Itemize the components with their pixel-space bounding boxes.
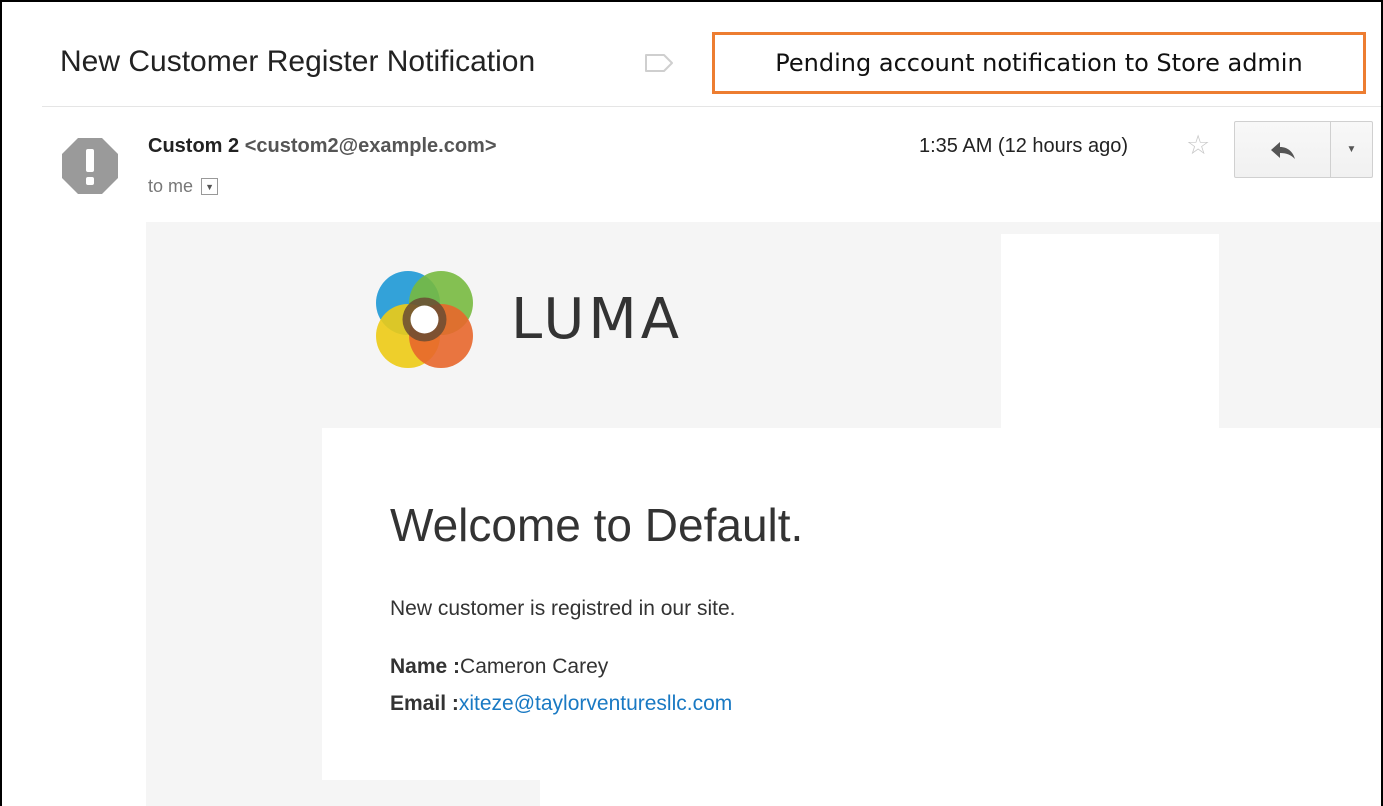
- customer-name: Cameron Carey: [460, 655, 609, 678]
- name-label: Name :: [390, 655, 461, 678]
- reply-arrow-icon: [1270, 141, 1295, 159]
- customer-email-line: Email :xiteze@taylorventuresllc.com: [390, 692, 732, 716]
- reply-button-group: ▼: [1234, 121, 1373, 178]
- customer-name-line: Name :Cameron Carey: [390, 655, 608, 679]
- more-actions-button[interactable]: ▼: [1331, 122, 1372, 177]
- sender-email: <custom2@example.com>: [244, 135, 497, 157]
- recipient-details-toggle[interactable]: ▼: [201, 178, 219, 195]
- luma-logo: LUMA: [372, 267, 683, 372]
- subject-row: New Customer Register Notification: [60, 38, 535, 86]
- annotation-callout: Pending account notification to Store ad…: [712, 32, 1366, 94]
- email-date: 1:35 AM (12 hours ago): [919, 135, 1129, 157]
- email-window: New Customer Register Notification Pendi…: [0, 0, 1383, 806]
- caret-down-icon: ▼: [205, 181, 214, 192]
- luma-logo-text: LUMA: [511, 287, 684, 352]
- subject-divider: [42, 106, 1381, 107]
- recipient-text: to me: [148, 176, 194, 196]
- caret-down-icon: ▼: [1346, 144, 1357, 155]
- sender-line: Custom 2 <custom2@example.com>: [148, 135, 497, 158]
- intro-text: New customer is registred in our site.: [390, 597, 736, 620]
- reply-button[interactable]: [1235, 122, 1331, 177]
- luma-logo-icon: [376, 271, 473, 368]
- welcome-heading: Welcome to Default.: [390, 499, 804, 551]
- email-body-panel: [540, 780, 1381, 806]
- label-tag-icon[interactable]: [644, 53, 674, 73]
- recipient-line: to me ▼: [148, 176, 219, 197]
- alert-octagon-icon: [62, 138, 118, 194]
- sender-name[interactable]: Custom 2: [148, 135, 239, 157]
- annotation-callout-text: Pending account notification to Store ad…: [775, 49, 1303, 77]
- email-subject: New Customer Register Notification: [60, 45, 536, 78]
- email-body-panel: [1001, 234, 1219, 434]
- customer-email-link[interactable]: xiteze@taylorventuresllc.com: [459, 692, 732, 715]
- email-label: Email :: [390, 692, 459, 715]
- star-icon[interactable]: ☆: [1186, 132, 1210, 159]
